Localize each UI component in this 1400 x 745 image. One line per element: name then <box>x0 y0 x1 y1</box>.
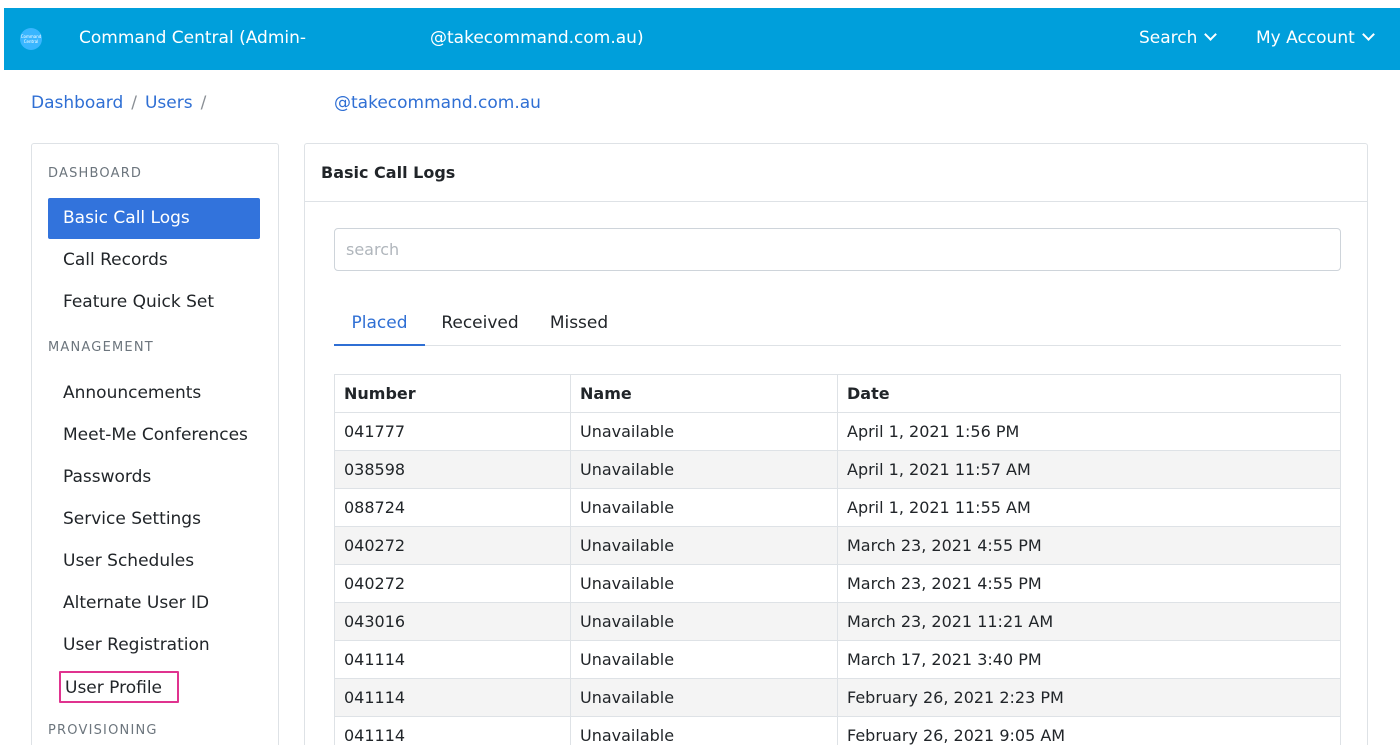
column-header-date[interactable]: Date <box>837 374 1341 413</box>
column-header-name[interactable]: Name <box>570 374 838 413</box>
cell-name: Unavailable <box>570 412 838 451</box>
sidebar-section-management: MANAGEMENT <box>48 340 154 355</box>
table-row[interactable]: 041114 Unavailable March 17, 2021 3:40 PM <box>334 640 1341 679</box>
breadcrumb-separator: / <box>200 93 207 113</box>
cell-number: 041777 <box>334 412 571 451</box>
cell-date: March 23, 2021 4:55 PM <box>837 526 1341 565</box>
call-log-table: Number Name Date 041777 Unavailable April … <box>334 374 1341 745</box>
table-row[interactable]: 088724 Unavailable April 1, 2021 11:55 AM <box>334 488 1341 527</box>
cell-number: 041114 <box>334 640 571 679</box>
table-row[interactable]: 040272 Unavailable March 23, 2021 4:55 PM <box>334 564 1341 603</box>
cell-date: February 26, 2021 2:23 PM <box>837 678 1341 717</box>
breadcrumb-separator: / <box>131 93 137 113</box>
basic-call-logs-card: Basic Call Logs Placed Received Missed N… <box>304 143 1368 745</box>
cell-name: Unavailable <box>570 602 838 641</box>
breadcrumb-current-user[interactable]: @takecommand.com.au <box>334 93 541 113</box>
cell-date: February 26, 2021 9:05 AM <box>837 716 1341 745</box>
cell-number: 041114 <box>334 678 571 717</box>
cell-name: Unavailable <box>570 716 838 745</box>
table-row[interactable]: 043016 Unavailable March 23, 2021 11:21 AM <box>334 602 1341 641</box>
table-row[interactable]: 040272 Unavailable March 23, 2021 4:55 PM <box>334 526 1341 565</box>
sidebar-item-user-profile[interactable]: User Profile <box>59 671 179 703</box>
chevron-down-icon <box>1204 28 1218 41</box>
sidebar-item-call-records[interactable]: Call Records <box>48 240 260 281</box>
call-log-tabs: Placed Received Missed <box>334 300 1341 346</box>
column-header-number[interactable]: Number <box>334 374 571 413</box>
table-row[interactable]: 041777 Unavailable April 1, 2021 1:56 PM <box>334 412 1341 451</box>
tab-placed[interactable]: Placed <box>334 300 425 346</box>
cell-number: 041114 <box>334 716 571 745</box>
cell-number: 040272 <box>334 526 571 565</box>
sidebar-section-provisioning: PROVISIONING <box>48 723 158 738</box>
my-account-menu[interactable]: My Account <box>1256 28 1375 48</box>
table-row[interactable]: 041114 Unavailable February 26, 2021 2:23 … <box>334 678 1341 717</box>
cell-date: March 17, 2021 3:40 PM <box>837 640 1341 679</box>
chevron-down-icon <box>1361 28 1375 41</box>
command-central-logo[interactable]: Command Central <box>20 28 42 50</box>
table-row[interactable]: 038598 Unavailable April 1, 2021 11:57 AM <box>334 450 1341 489</box>
card-title: Basic Call Logs <box>305 144 1367 202</box>
breadcrumb: Dashboard / Users / <box>31 93 214 113</box>
cell-date: April 1, 2021 11:57 AM <box>837 450 1341 489</box>
table-header-row: Number Name Date <box>334 374 1341 413</box>
cell-number: 043016 <box>334 602 571 641</box>
tab-missed[interactable]: Missed <box>535 300 623 346</box>
sidebar-item-user-schedules[interactable]: User Schedules <box>48 541 260 582</box>
cell-number: 088724 <box>334 488 571 527</box>
sidebar: DASHBOARD Basic Call Logs Call Records F… <box>31 143 279 745</box>
sidebar-item-user-registration[interactable]: User Registration <box>48 625 260 666</box>
sidebar-item-alternate-user-id[interactable]: Alternate User ID <box>48 583 260 624</box>
search-menu[interactable]: Search <box>1139 28 1218 48</box>
cell-date: April 1, 2021 11:55 AM <box>837 488 1341 527</box>
breadcrumb-dashboard[interactable]: Dashboard <box>31 93 123 113</box>
sidebar-item-service-settings[interactable]: Service Settings <box>48 499 260 540</box>
cell-name: Unavailable <box>570 488 838 527</box>
sidebar-item-feature-quick-set[interactable]: Feature Quick Set <box>48 282 260 323</box>
app-title[interactable]: Command Central (Admin- <box>79 28 306 48</box>
sidebar-item-passwords[interactable]: Passwords <box>48 457 260 498</box>
cell-name: Unavailable <box>570 640 838 679</box>
cell-date: April 1, 2021 1:56 PM <box>837 412 1341 451</box>
cell-number: 038598 <box>334 450 571 489</box>
cell-name: Unavailable <box>570 526 838 565</box>
search-input[interactable] <box>334 228 1341 271</box>
sidebar-item-basic-call-logs[interactable]: Basic Call Logs <box>48 198 260 239</box>
top-navbar: Command Central Command Central (Admin- … <box>0 8 1400 70</box>
breadcrumb-users[interactable]: Users <box>145 93 193 113</box>
cell-date: March 23, 2021 4:55 PM <box>837 564 1341 603</box>
cell-date: March 23, 2021 11:21 AM <box>837 602 1341 641</box>
sidebar-item-announcements[interactable]: Announcements <box>48 373 260 414</box>
cell-name: Unavailable <box>570 450 838 489</box>
my-account-label: My Account <box>1256 28 1355 48</box>
app-title-email[interactable]: @takecommand.com.au) <box>430 28 644 48</box>
tab-received[interactable]: Received <box>425 300 535 346</box>
sidebar-item-meet-me-conferences[interactable]: Meet-Me Conferences <box>48 415 260 456</box>
cell-name: Unavailable <box>570 564 838 603</box>
sidebar-section-dashboard: DASHBOARD <box>48 166 143 181</box>
search-menu-label: Search <box>1139 28 1198 48</box>
cell-name: Unavailable <box>570 678 838 717</box>
cell-number: 040272 <box>334 564 571 603</box>
table-row[interactable]: 041114 Unavailable February 26, 2021 9:05 … <box>334 716 1341 745</box>
